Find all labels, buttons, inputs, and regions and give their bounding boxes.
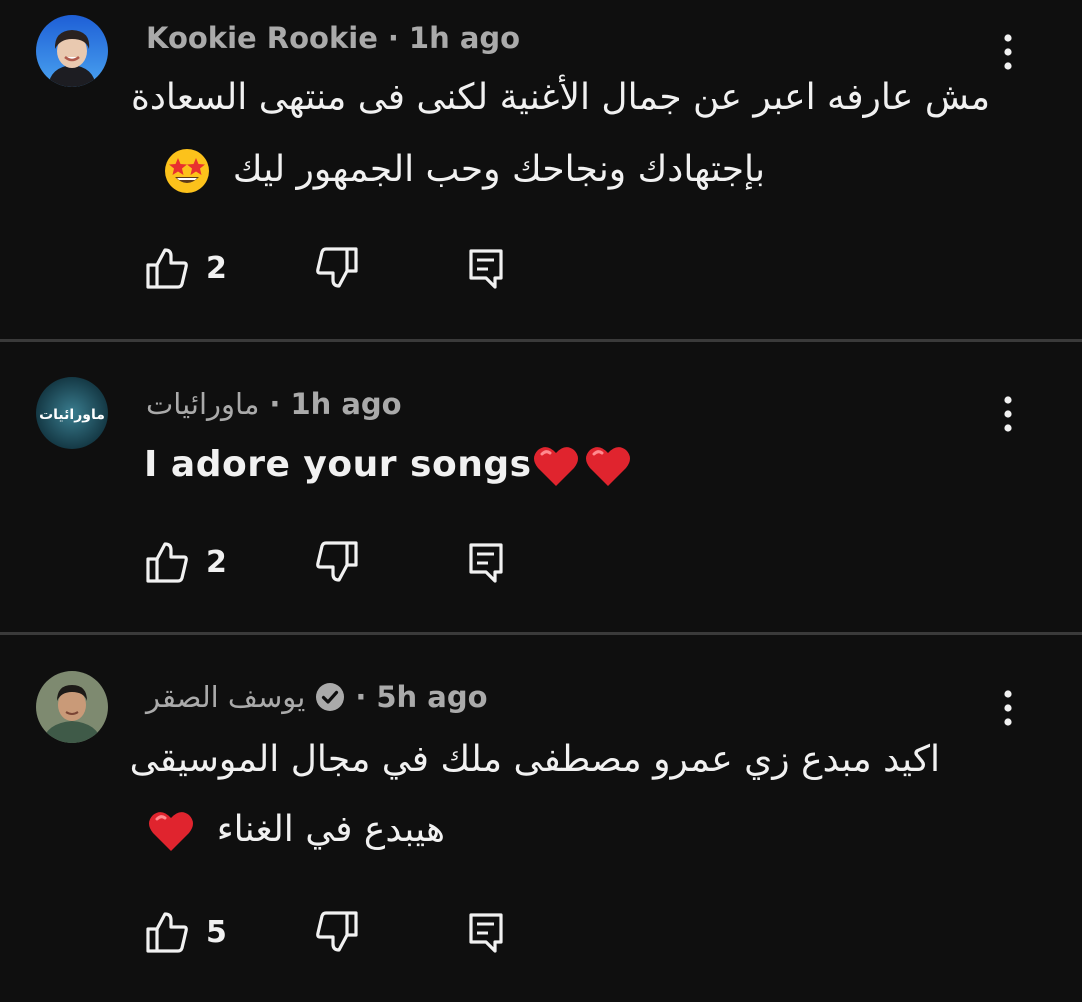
comment-text: I adore your songs — [144, 444, 532, 485]
timestamp: 1h ago — [408, 21, 521, 55]
author-name[interactable]: يوسف الصقر — [146, 680, 305, 714]
reply-button[interactable] — [466, 538, 506, 586]
thumb-up-icon — [146, 248, 188, 289]
comment-text: اكيد مبدع زي عمرو مصطفى ملك في مجال المو… — [129, 739, 940, 780]
avatar[interactable]: ماورائيات — [36, 377, 108, 449]
comment-divider — [0, 339, 1082, 342]
comment-text: بإجتهادك ونجاحك وحب الجمهور ليك — [232, 149, 765, 190]
comment-actions: 2 — [144, 538, 544, 586]
red-heart-emoji — [149, 812, 194, 851]
meta-separator: · — [269, 387, 281, 421]
comment-text-line: اكيد مبدع زي عمرو مصطفى ملك في مجال المو… — [130, 732, 940, 788]
thumb-up-icon — [146, 542, 188, 583]
meta-separator: · — [355, 680, 367, 714]
thumb-down-icon — [316, 911, 358, 952]
reply-button[interactable] — [466, 244, 506, 292]
comment-actions: 5 — [144, 908, 544, 956]
reply-icon — [469, 249, 503, 289]
like-count: 2 — [206, 544, 227, 580]
dislike-button[interactable] — [314, 538, 360, 586]
comment-text: مش عارفه اعبر عن جمال الأغنية لكنى فى من… — [130, 77, 990, 118]
meta-separator: · — [387, 21, 399, 55]
like-button[interactable]: 5 — [144, 908, 227, 956]
like-count: 5 — [206, 914, 227, 950]
comment-text: هيبدع في الغناء — [216, 809, 445, 850]
thumb-down-icon — [316, 247, 358, 288]
comment-text-line: هيبدع في الغناء — [140, 802, 445, 858]
verified-check-icon — [316, 683, 345, 711]
reply-icon — [469, 913, 503, 953]
more-vert-icon — [1004, 34, 1012, 70]
avatar[interactable] — [36, 15, 108, 87]
reply-icon — [469, 543, 503, 583]
more-vert-icon — [1004, 690, 1012, 726]
comment-text-line: مش عارفه اعبر عن جمال الأغنية لكنى فى من… — [131, 70, 990, 126]
comment-text-line: I adore your songs — [144, 437, 1004, 493]
comment-meta: ماورائيات · 1h ago — [146, 384, 402, 424]
author-name[interactable]: Kookie Rookie — [146, 21, 378, 55]
dislike-button[interactable] — [314, 244, 360, 292]
red-heart-emoji — [533, 447, 578, 486]
avatar[interactable] — [36, 671, 108, 743]
author-name[interactable]: ماورائيات — [146, 387, 259, 421]
timestamp: 1h ago — [290, 387, 402, 421]
timestamp: 5h ago — [376, 680, 488, 714]
more-options-button[interactable] — [990, 30, 1026, 74]
star-struck-emoji — [165, 149, 210, 193]
more-options-button[interactable] — [990, 392, 1026, 436]
comment-meta: Kookie Rookie · 1h ago — [146, 18, 520, 58]
red-heart-emoji — [585, 447, 630, 486]
comment-actions: 2 — [144, 244, 544, 292]
dislike-button[interactable] — [314, 908, 360, 956]
comment-meta: يوسف الصقر · 5h ago — [146, 677, 488, 717]
channel-logo-text: ماورائيات — [39, 407, 105, 423]
profile-photo — [36, 671, 108, 743]
profile-photo — [36, 15, 108, 87]
like-count: 2 — [206, 250, 227, 286]
thumb-down-icon — [316, 541, 358, 582]
like-button[interactable]: 2 — [144, 538, 227, 586]
comment-text-line: بإجتهادك ونجاحك وحب الجمهور ليك — [140, 142, 765, 198]
comment-divider — [0, 632, 1082, 635]
thumb-up-icon — [146, 912, 188, 953]
like-button[interactable]: 2 — [144, 244, 227, 292]
channel-logo: ماورائيات — [36, 377, 108, 449]
more-vert-icon — [1004, 396, 1012, 432]
reply-button[interactable] — [466, 908, 506, 956]
more-options-button[interactable] — [990, 686, 1026, 730]
